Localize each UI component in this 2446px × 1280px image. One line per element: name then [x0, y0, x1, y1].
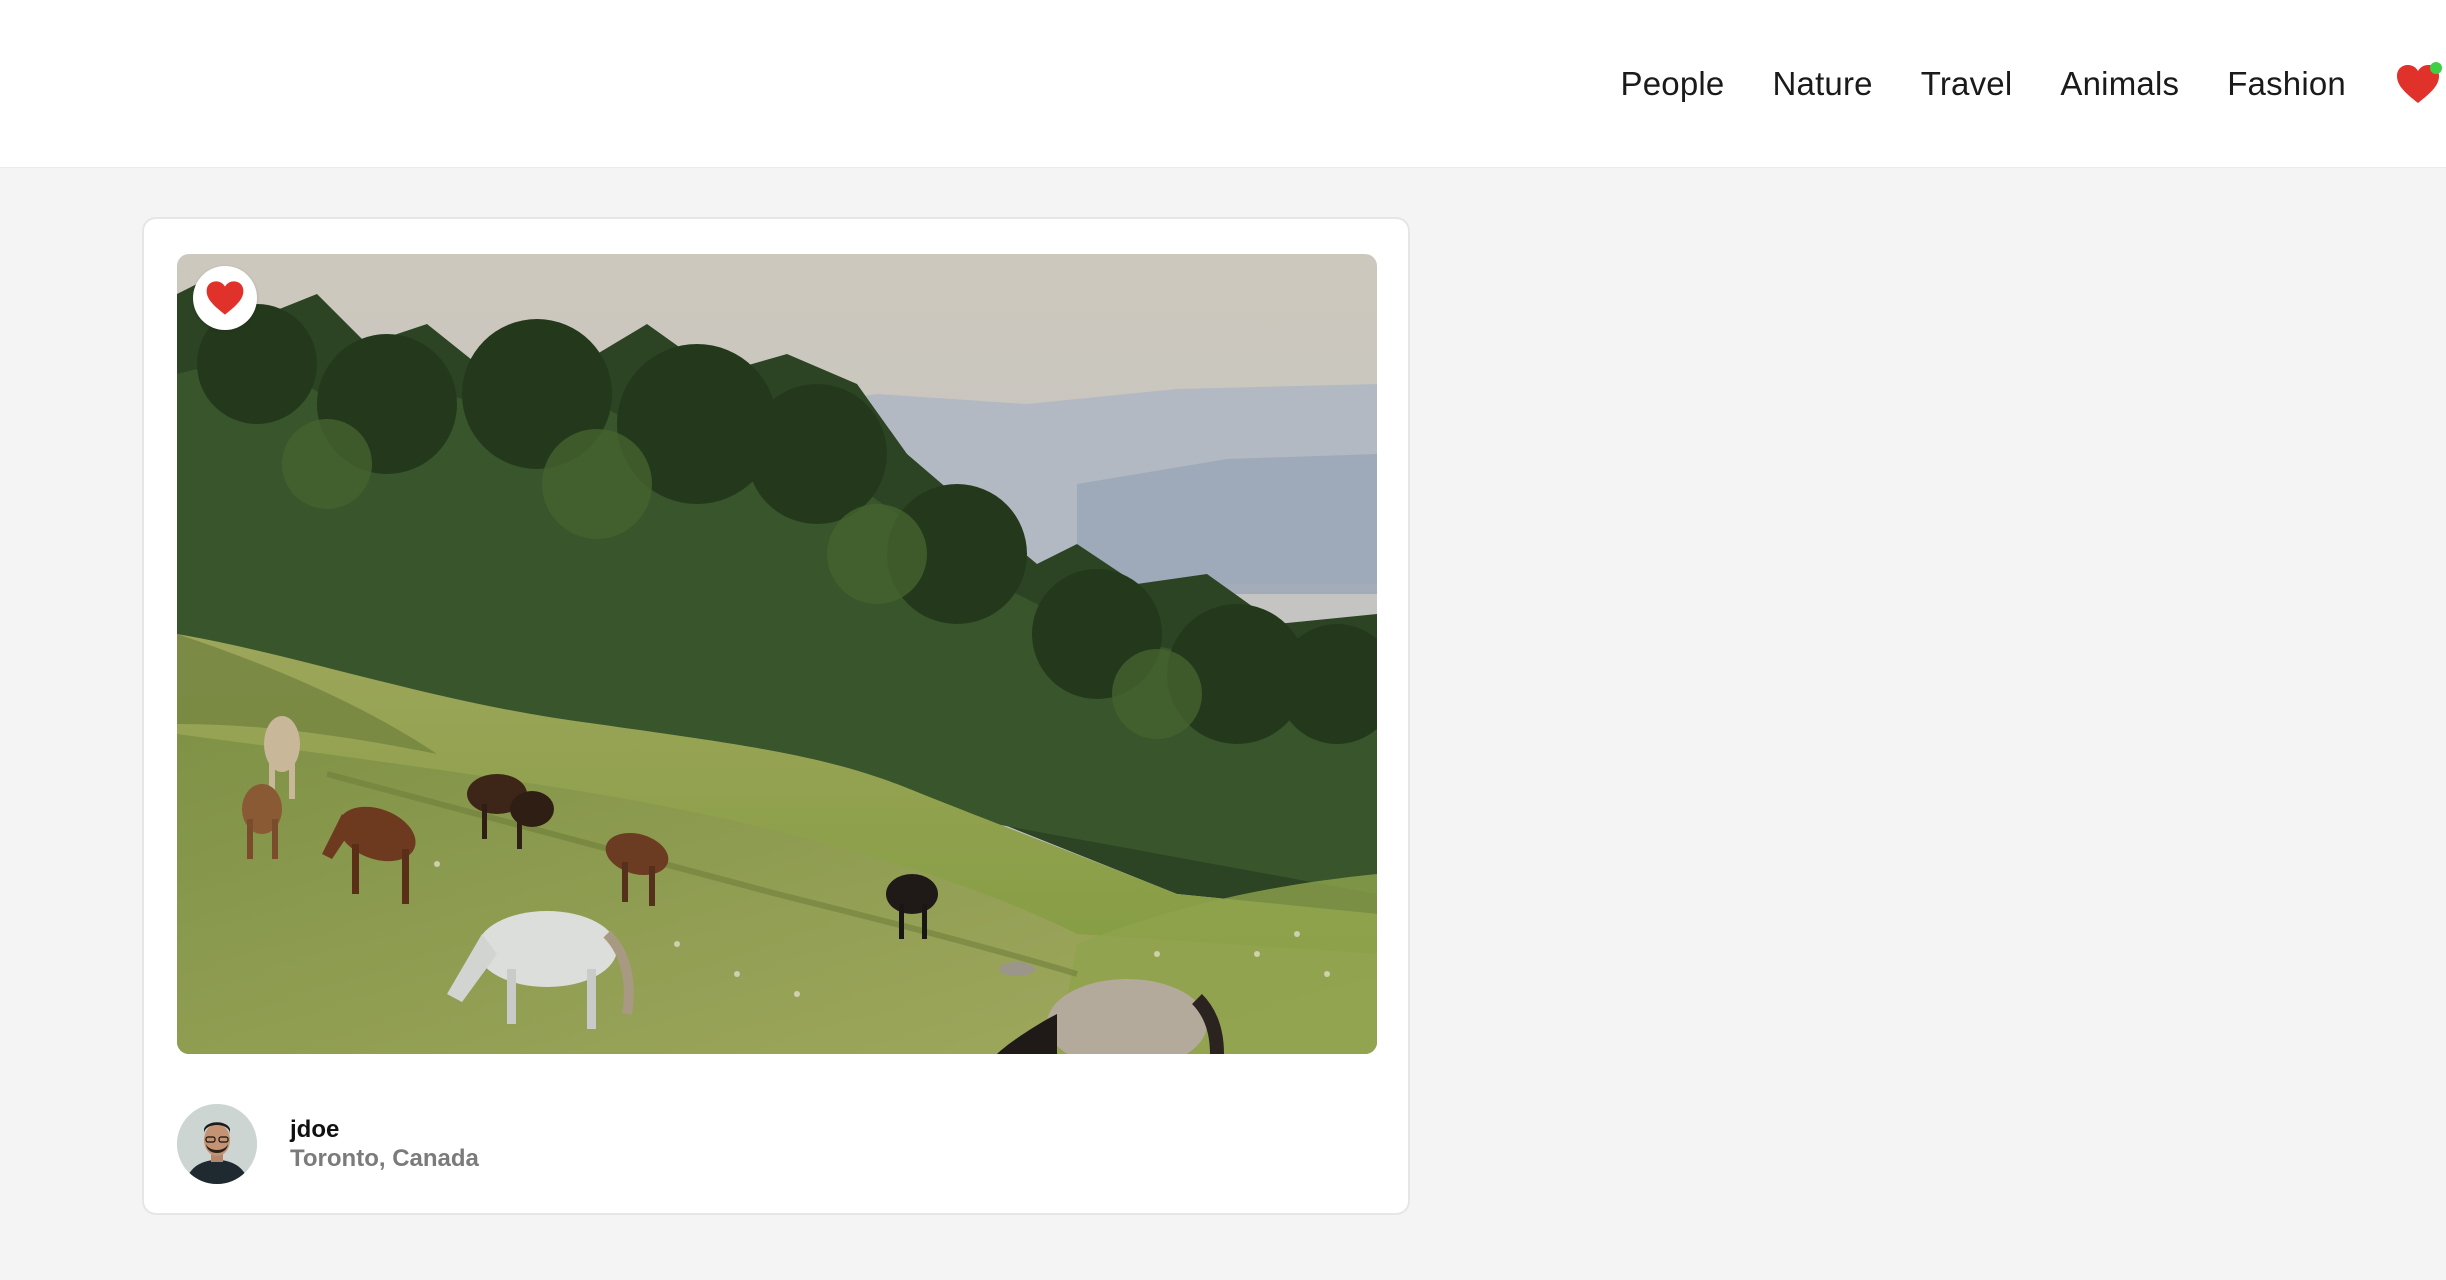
nav-link-fashion[interactable]: Fashion	[2227, 65, 2346, 103]
post-card[interactable]: jdoe Toronto, Canada	[142, 217, 1410, 1215]
author-location: Toronto, Canada	[290, 1145, 479, 1172]
like-button[interactable]	[193, 266, 257, 330]
favorites-button[interactable]	[2394, 60, 2442, 108]
nav-link-people[interactable]: People	[1621, 65, 1725, 103]
user-avatar-image	[177, 1104, 257, 1184]
category-nav: People Nature Travel Animals Fashion	[1621, 0, 2446, 168]
nav-link-nature[interactable]: Nature	[1772, 65, 1872, 103]
heart-icon	[206, 281, 244, 315]
post-author: jdoe Toronto, Canada	[177, 1104, 479, 1184]
notification-dot	[2430, 62, 2442, 74]
post-image[interactable]	[177, 254, 1377, 1054]
author-info: jdoe Toronto, Canada	[290, 1115, 479, 1173]
nav-link-travel[interactable]: Travel	[1921, 65, 2013, 103]
horses-landscape-image	[177, 254, 1377, 1054]
top-bar: People Nature Travel Animals Fashion	[0, 0, 2446, 168]
author-username[interactable]: jdoe	[290, 1115, 479, 1145]
nav-link-animals[interactable]: Animals	[2060, 65, 2179, 103]
avatar[interactable]	[177, 1104, 257, 1184]
